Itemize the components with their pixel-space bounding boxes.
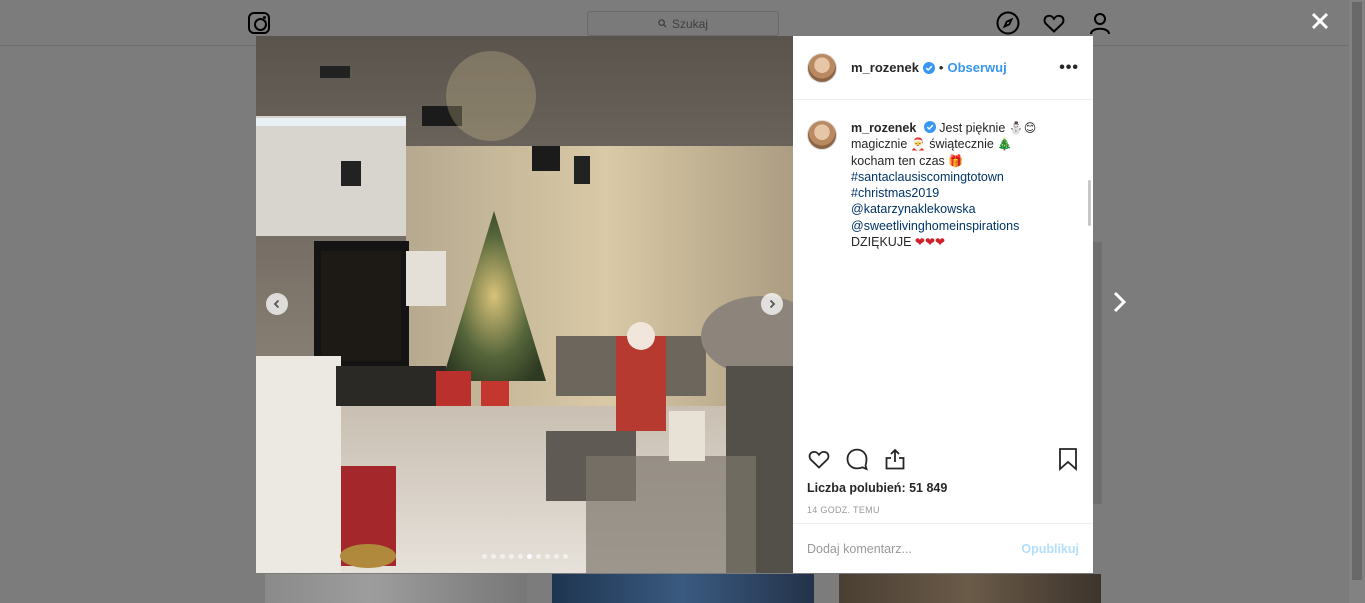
- caption-line: Jest pięknie: [939, 121, 1006, 135]
- christmas-living-room-image: [256, 36, 793, 573]
- hearts-emoji-icon: ❤❤❤: [914, 235, 946, 250]
- like-heart-icon[interactable]: [807, 447, 831, 476]
- comments-scrollbar[interactable]: [1088, 180, 1091, 226]
- search-icon: [658, 17, 667, 31]
- avatar[interactable]: [807, 120, 837, 150]
- verified-badge-icon: [922, 61, 935, 74]
- hashtag-link[interactable]: #santaclausiscomingtotown: [851, 169, 1051, 185]
- bookmark-icon[interactable]: [1057, 447, 1079, 476]
- background-post-edge: [1093, 242, 1102, 504]
- post-modal: m_rozenek • Obserwuj ••• m_rozenek Jest …: [256, 36, 1093, 573]
- carousel-dot: [482, 554, 487, 559]
- search-placeholder: Szukaj: [671, 16, 709, 31]
- mention-link[interactable]: @sweetlivinghomeinspirations: [851, 218, 1051, 234]
- search-bar[interactable]: Szukaj: [587, 11, 779, 36]
- compass-icon[interactable]: [996, 11, 1020, 35]
- profile-icon[interactable]: [1088, 11, 1112, 35]
- background-thumbnail[interactable]: [265, 574, 527, 603]
- carousel-dot: [536, 554, 541, 559]
- more-options-icon[interactable]: •••: [1059, 59, 1079, 77]
- carousel-dot: [554, 554, 559, 559]
- caption-username[interactable]: m_rozenek: [851, 121, 916, 135]
- separator-dot: •: [938, 60, 944, 75]
- caption-line: DZIĘKUJE: [851, 235, 912, 250]
- gift-emoji-icon: 🎁: [948, 153, 964, 168]
- post-header: m_rozenek • Obserwuj •••: [793, 36, 1093, 100]
- hashtag-link[interactable]: #christmas2019: [851, 185, 1051, 201]
- next-post-button[interactable]: [1108, 286, 1132, 318]
- carousel-dot: [545, 554, 550, 559]
- carousel-dot: [491, 554, 496, 559]
- caption-line: magicznie: [851, 137, 908, 152]
- santa-emoji-icon: 🎅: [910, 137, 926, 152]
- previous-image-button[interactable]: [266, 293, 288, 315]
- post-actions: [793, 443, 1093, 479]
- instagram-logo-icon[interactable]: [248, 12, 270, 34]
- carousel-dot: [509, 554, 514, 559]
- comments-section: m_rozenek Jest pięknie ⛄😊 magicznie 🎅 św…: [793, 100, 1093, 443]
- page-scrollbar[interactable]: [1349, 0, 1365, 603]
- close-modal-button[interactable]: [1307, 8, 1333, 34]
- comment-form: Opublikuj: [793, 523, 1093, 573]
- follow-button[interactable]: Obserwuj: [947, 60, 1006, 75]
- publish-button[interactable]: Opublikuj: [1021, 542, 1079, 556]
- likes-count[interactable]: Liczba polubień: 51 849: [793, 479, 1093, 501]
- carousel-dot: [518, 554, 523, 559]
- carousel-dot: [500, 554, 505, 559]
- scrollbar-thumb[interactable]: [1352, 2, 1362, 580]
- post-photo[interactable]: [256, 36, 793, 573]
- caption-line: kocham ten czas: [851, 153, 945, 168]
- background-thumbnail[interactable]: [552, 574, 814, 603]
- caption-line: świątecznie: [929, 137, 994, 152]
- background-thumbnail[interactable]: [839, 574, 1101, 603]
- carousel-dot: [527, 554, 532, 559]
- heart-icon[interactable]: [1042, 11, 1066, 35]
- verified-badge-icon: [923, 121, 936, 133]
- chevron-left-icon: [273, 299, 280, 309]
- tree-emoji-icon: 🎄: [997, 137, 1013, 152]
- caption-text: m_rozenek Jest pięknie ⛄😊 magicznie 🎅 św…: [851, 120, 1051, 250]
- comment-input[interactable]: [807, 541, 1022, 556]
- mention-link[interactable]: @katarzynaklekowska: [851, 201, 1051, 217]
- snowman-emoji-icon: ⛄😊: [1008, 121, 1037, 135]
- carousel-dot: [563, 554, 568, 559]
- next-image-button[interactable]: [761, 293, 783, 315]
- chevron-right-icon: [769, 299, 776, 309]
- carousel-indicators: [482, 554, 568, 559]
- post-author-username[interactable]: m_rozenek: [851, 60, 919, 75]
- post-timestamp[interactable]: 14 GODZ. TEMU: [793, 501, 1093, 523]
- chevron-right-icon: [1113, 291, 1127, 313]
- post-sidebar: m_rozenek • Obserwuj ••• m_rozenek Jest …: [793, 36, 1093, 573]
- post-caption: m_rozenek Jest pięknie ⛄😊 magicznie 🎅 św…: [807, 120, 1079, 250]
- close-icon: [1311, 12, 1329, 30]
- comment-bubble-icon[interactable]: [845, 447, 869, 476]
- avatar[interactable]: [807, 52, 837, 83]
- share-icon[interactable]: [883, 447, 907, 476]
